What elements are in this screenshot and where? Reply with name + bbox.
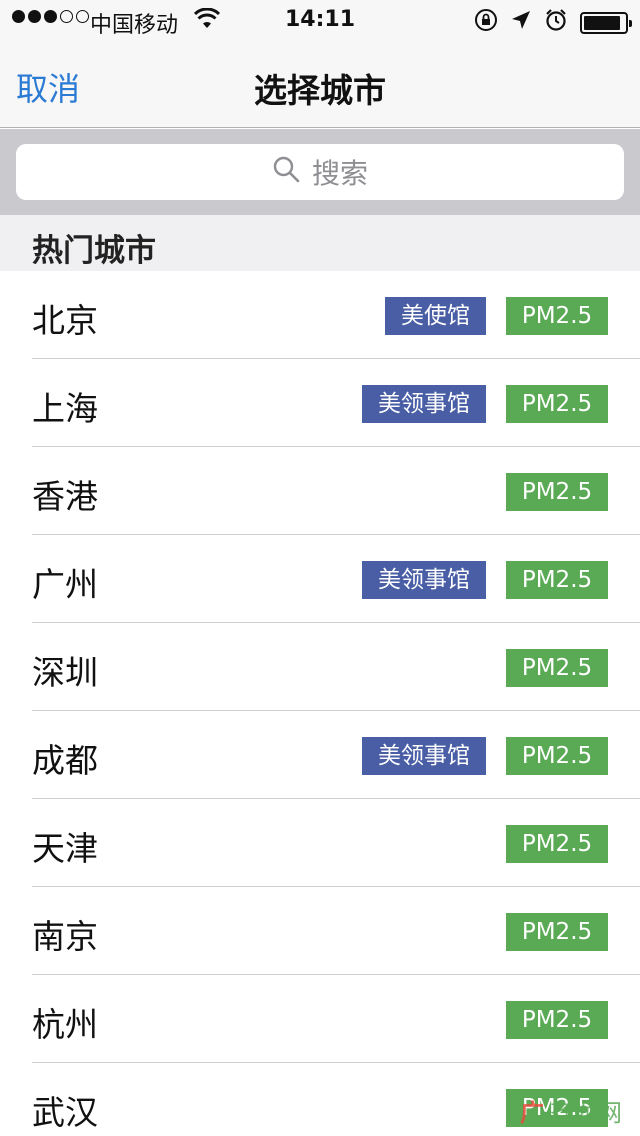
city-name: 深圳 <box>32 653 98 692</box>
city-name: 南京 <box>32 917 98 956</box>
city-list: 北京 美使馆 PM2.5 上海 美领事馆 PM2.5 香港 PM2.5 广州 美领事馆 PM2.5 深… <box>0 271 640 1136</box>
pm25-badge: PM2.5 <box>506 385 608 423</box>
location-arrow-icon <box>510 9 532 37</box>
pm25-badge: PM2.5 <box>506 1001 608 1039</box>
city-badges: PM2.5 <box>506 649 608 687</box>
embassy-badge: 美领事馆 <box>362 561 486 599</box>
section-title: 热门城市 <box>32 233 156 269</box>
section-header: 热门城市 <box>0 215 640 271</box>
pm25-badge: PM2.5 <box>506 297 608 335</box>
city-row[interactable]: 杭州 PM2.5 <box>0 975 640 1063</box>
city-name: 天津 <box>32 829 98 868</box>
rotation-lock-icon <box>474 8 498 38</box>
city-row[interactable]: 南京 PM2.5 <box>0 887 640 975</box>
pm25-badge: PM2.5 <box>506 913 608 951</box>
city-name: 杭州 <box>32 1005 98 1044</box>
embassy-badge: 美领事馆 <box>362 737 486 775</box>
city-badges: PM2.5 <box>506 913 608 951</box>
search-input[interactable]: 搜索 <box>16 144 624 200</box>
pm25-badge: PM2.5 <box>506 825 608 863</box>
city-row[interactable]: 广州 美领事馆 PM2.5 <box>0 535 640 623</box>
city-row[interactable]: 北京 美使馆 PM2.5 <box>0 271 640 359</box>
city-name: 广州 <box>32 565 98 604</box>
search-bar-container: 搜索 <box>0 129 640 215</box>
battery-icon <box>580 12 632 34</box>
page-title: 选择城市 <box>254 71 386 110</box>
city-badges: PM2.5 <box>506 825 608 863</box>
city-name: 香港 <box>32 477 98 516</box>
navigation-bar: 取消 选择城市 <box>0 40 640 128</box>
city-badges: 美领事馆 PM2.5 <box>362 561 608 599</box>
city-name: 北京 <box>32 301 98 340</box>
watermark: 广 齐龙网 <box>520 1093 622 1128</box>
pm25-badge: PM2.5 <box>506 649 608 687</box>
city-row[interactable]: 上海 美领事馆 PM2.5 <box>0 359 640 447</box>
city-row[interactable]: 香港 PM2.5 <box>0 447 640 535</box>
search-icon <box>272 155 300 190</box>
city-badges: 美使馆 PM2.5 <box>385 297 608 335</box>
search-placeholder: 搜索 <box>311 157 368 190</box>
city-badges: 美领事馆 PM2.5 <box>362 385 608 423</box>
city-row[interactable]: 深圳 PM2.5 <box>0 623 640 711</box>
alarm-icon <box>544 8 568 38</box>
pm25-badge: PM2.5 <box>506 561 608 599</box>
city-row[interactable]: 天津 PM2.5 <box>0 799 640 887</box>
city-name: 成都 <box>32 741 98 780</box>
city-badges: PM2.5 <box>506 473 608 511</box>
watermark-text-green: 齐龙网 <box>550 1099 622 1127</box>
city-row[interactable]: 成都 美领事馆 PM2.5 <box>0 711 640 799</box>
embassy-badge: 美使馆 <box>385 297 486 335</box>
watermark-text-red: 广 <box>520 1099 544 1127</box>
pm25-badge: PM2.5 <box>506 473 608 511</box>
city-name: 上海 <box>32 389 98 428</box>
pm25-badge: PM2.5 <box>506 737 608 775</box>
status-bar: 中国移动 14:11 <box>0 0 640 40</box>
embassy-badge: 美领事馆 <box>362 385 486 423</box>
city-badges: PM2.5 <box>506 1001 608 1039</box>
city-badges: 美领事馆 PM2.5 <box>362 737 608 775</box>
city-name: 武汉 <box>32 1093 98 1132</box>
